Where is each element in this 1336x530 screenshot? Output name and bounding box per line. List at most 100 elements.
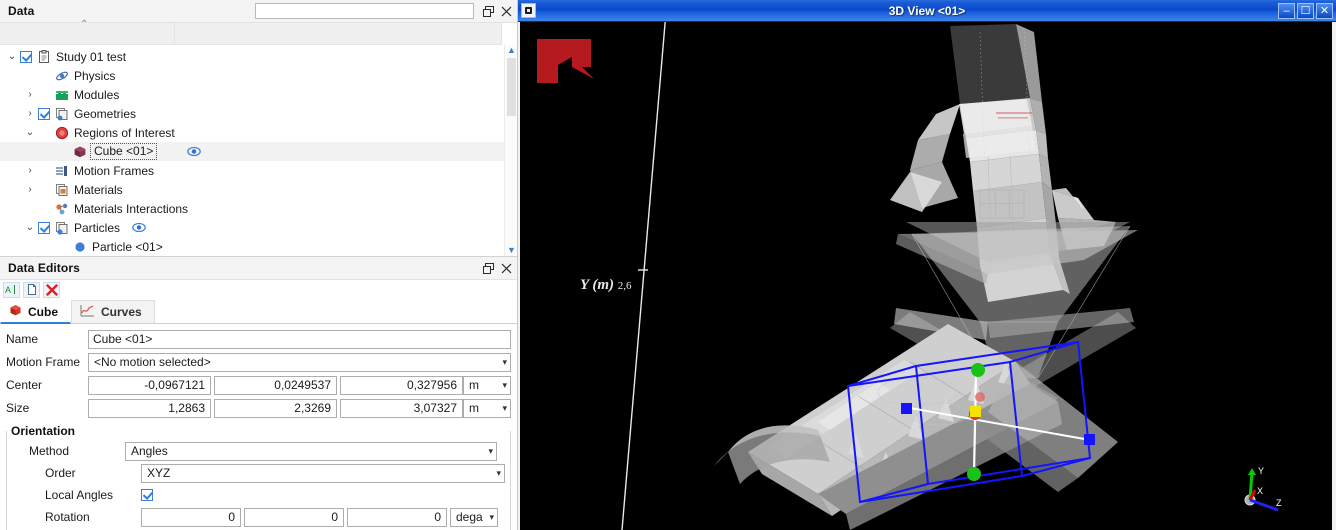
expand-chevron-down-icon[interactable]: ⌄ (22, 222, 38, 233)
tree-column-name[interactable]: ⌃ (0, 23, 175, 45)
chevron-down-icon: ▾ (496, 468, 501, 479)
scroll-down-icon[interactable]: ▼ (506, 245, 517, 256)
tree-item-checkbox[interactable] (38, 222, 50, 234)
close-icon[interactable] (497, 2, 515, 20)
size-label: Size (6, 401, 88, 415)
chevron-down-icon: ▾ (488, 446, 493, 457)
rotation-row: Rotation dega ▾ (11, 506, 506, 528)
tree-item-regions-of-interest[interactable]: ⌄Regions of Interest (0, 123, 517, 142)
3d-view-window: 3D View <01> – ☐ ✕ (518, 0, 1336, 530)
size-x-input[interactable] (88, 399, 211, 418)
tab-curves[interactable]: Curves (71, 300, 155, 324)
undock-icon[interactable] (479, 2, 497, 20)
rotation-z-input[interactable] (347, 508, 447, 527)
search-input[interactable] (255, 3, 474, 19)
tree-column-value[interactable] (175, 23, 502, 45)
center-y-input[interactable] (214, 376, 337, 395)
rotation-label: Rotation (11, 510, 141, 524)
atom-icon (54, 69, 70, 83)
system-menu-icon[interactable] (521, 3, 536, 18)
expand-chevron-right-icon[interactable]: › (22, 108, 38, 119)
order-row: Order XYZ ▾ (11, 462, 506, 484)
method-label: Method (11, 444, 125, 458)
editor-tabs: Cube Curves (0, 299, 517, 324)
tree-item-cube-01[interactable]: Cube <01> (0, 142, 517, 161)
motion-frame-select[interactable]: <No motion selected> ▾ (88, 353, 511, 372)
order-value: XYZ (147, 466, 170, 480)
particles-icon (54, 221, 70, 235)
tree-item-particles[interactable]: ⌄ Particles (0, 218, 517, 237)
tree-item-physics[interactable]: Physics (0, 66, 517, 85)
expand-chevron-right-icon[interactable]: › (22, 89, 38, 100)
tree-item-checkbox[interactable] (20, 51, 32, 63)
tree-item-checkbox[interactable] (38, 108, 50, 120)
tree-item-materials[interactable]: ›Materials (0, 180, 517, 199)
editors-toolbar: A (0, 280, 517, 299)
3d-view-titlebar[interactable]: 3D View <01> – ☐ ✕ (518, 0, 1336, 22)
size-unit-select[interactable]: m ▾ (463, 399, 511, 418)
materials-interactions-icon (54, 202, 70, 216)
undock-icon[interactable] (479, 259, 497, 277)
size-z-input[interactable] (340, 399, 463, 418)
rotation-x-input[interactable] (141, 508, 241, 527)
clipboard-icon (36, 50, 52, 64)
data-tree: ⌄ Study 01 test Physics›Modules›Geometrie… (0, 45, 517, 256)
chevron-down-icon: ▾ (502, 403, 507, 414)
rotation-y-input[interactable] (244, 508, 344, 527)
materials-icon (54, 183, 70, 197)
close-button[interactable]: ✕ (1316, 3, 1333, 19)
3d-view-title: 3D View <01> (518, 4, 1336, 18)
expand-chevron-down-icon[interactable]: ⌄ (22, 127, 38, 138)
center-unit-select[interactable]: m ▾ (463, 376, 511, 395)
duplicate-tool-button[interactable] (23, 282, 40, 298)
axis-gizmo[interactable]: Y X Z (1236, 462, 1292, 518)
center-unit-value: m (469, 378, 479, 392)
local-angles-label: Local Angles (11, 488, 141, 502)
scrollbar-thumb[interactable] (507, 58, 516, 116)
twist-spacer (40, 146, 56, 157)
tree-column-headers: ⌃ (0, 23, 517, 45)
tree-item-modules[interactable]: ›Modules (0, 85, 517, 104)
order-select[interactable]: XYZ ▾ (141, 464, 505, 483)
name-input[interactable] (88, 330, 511, 349)
local-angles-checkbox[interactable] (141, 489, 153, 501)
center-x-input[interactable] (88, 376, 211, 395)
close-icon[interactable] (497, 259, 515, 277)
rotation-unit-select[interactable]: dega ▾ (450, 508, 498, 527)
size-y-input[interactable] (214, 399, 337, 418)
data-panel-window-buttons (479, 2, 515, 20)
scroll-up-icon[interactable]: ▲ (506, 45, 517, 56)
tree-item-label: Study 01 test (55, 50, 126, 64)
svg-text:A: A (5, 285, 11, 295)
3d-viewport[interactable]: Y (m) 2,6 Y X Z (518, 22, 1336, 530)
chevron-down-icon: ▾ (502, 357, 507, 368)
name-row: Name (6, 328, 511, 350)
tree-item-geometries[interactable]: ›Geometries (0, 104, 517, 123)
orientation-group: Orientation Method Angles ▾ Order XYZ ▾ (6, 424, 511, 530)
tree-item-materials-interactions[interactable]: Materials Interactions (0, 199, 517, 218)
handle-blue-left (901, 403, 912, 414)
tree-item-particle-01[interactable]: Particle <01> (0, 237, 517, 256)
handle-red-upper (975, 392, 985, 402)
delete-tool-button[interactable] (43, 282, 60, 298)
rename-tool-button[interactable]: A (3, 282, 20, 298)
center-z-input[interactable] (340, 376, 463, 395)
tab-cube[interactable]: Cube (0, 300, 71, 324)
expand-chevron-right-icon[interactable]: › (22, 165, 38, 176)
geometries-icon (54, 107, 70, 121)
expand-chevron-right-icon[interactable]: › (22, 184, 38, 195)
size-unit-value: m (469, 401, 479, 415)
tree-item-label: Particles (73, 221, 120, 235)
data-panel-title: Data (0, 4, 34, 18)
data-editors-titlebar: Data Editors (0, 257, 517, 280)
visibility-eye-icon[interactable] (132, 222, 146, 233)
visibility-eye-icon[interactable] (187, 146, 201, 157)
expand-chevron-down-icon[interactable]: ⌄ (4, 51, 20, 62)
tree-item-label: Cube <01> (90, 143, 157, 160)
minimize-button[interactable]: – (1278, 3, 1295, 19)
tree-item-motion-frames[interactable]: ›Motion Frames (0, 161, 517, 180)
tree-item-study-01-test[interactable]: ⌄ Study 01 test (0, 47, 517, 66)
tree-vertical-scrollbar[interactable]: ▲ ▼ (504, 45, 517, 256)
method-select[interactable]: Angles ▾ (125, 442, 497, 461)
maximize-button[interactable]: ☐ (1297, 3, 1314, 19)
